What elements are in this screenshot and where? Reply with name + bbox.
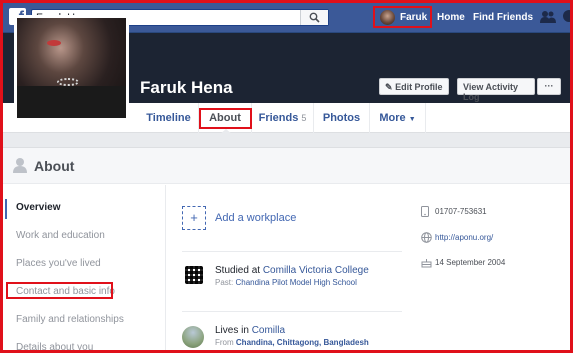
about-section: About Overview Work and education Places… — [0, 147, 573, 353]
tab-label: More — [379, 112, 406, 124]
edit-profile-button[interactable]: ✎ Edit Profile — [379, 78, 449, 95]
past-prefix: Past: — [215, 278, 234, 287]
website-link[interactable]: http://aponu.org/ — [435, 233, 493, 242]
divider — [182, 311, 402, 312]
studied-at-line: Studied at Comilla Victoria College — [215, 265, 369, 276]
messages-icon[interactable] — [562, 10, 573, 23]
nav-find-friends-link[interactable]: Find Friends — [473, 12, 533, 23]
friend-requests-icon[interactable] — [540, 10, 556, 23]
tab-label: Photos — [322, 112, 361, 124]
nav-profile-label: Faruk — [400, 12, 428, 23]
sidebar-item-details-about-you[interactable]: Details about you — [16, 342, 93, 353]
active-tab-caret — [220, 129, 232, 134]
studied-prefix: Studied at — [215, 265, 261, 276]
more-options-button[interactable]: ··· — [537, 78, 561, 95]
studied-school-link[interactable]: Comilla Victoria College — [263, 265, 369, 276]
search-icon — [309, 12, 320, 23]
profile-picture-detail — [17, 86, 126, 118]
overview-main: + Add a workplace Studied at Comilla Vic… — [182, 185, 402, 353]
nav-profile-link[interactable]: Faruk — [373, 6, 432, 28]
activity-log-label: View Activity Log — [463, 82, 519, 102]
school-icon — [185, 266, 203, 284]
plus-icon[interactable]: + — [182, 206, 206, 230]
past-school-line: Past: Chandina Pilot Model High School — [215, 278, 357, 287]
edit-profile-label: Edit Profile — [395, 82, 443, 92]
sidebar-item-work-education[interactable]: Work and education — [16, 230, 105, 241]
sidebar-item-family-relationships[interactable]: Family and relationships — [16, 314, 124, 325]
birthday-date: 14 September 2004 — [435, 258, 506, 267]
profile-picture-detail — [57, 78, 79, 86]
tab-more[interactable]: More ▼ — [370, 103, 426, 133]
profile-picture[interactable] — [14, 15, 129, 121]
phone-icon — [421, 206, 429, 217]
contact-info-annotation — [6, 282, 113, 299]
nav-avatar — [380, 10, 395, 25]
about-title: About — [34, 158, 75, 174]
tab-timeline[interactable]: Timeline — [139, 103, 199, 133]
tab-friends[interactable]: Friends 5 — [252, 103, 314, 133]
friends-count: 5 — [301, 113, 307, 123]
from-place-link[interactable]: Chandina, Chittagong, Bangladesh — [236, 338, 369, 347]
caret-down-icon: ▼ — [408, 116, 416, 123]
city-photo-icon — [182, 326, 204, 348]
about-tab-annotation — [199, 108, 252, 129]
from-prefix: From — [215, 338, 234, 347]
nav-home-link[interactable]: Home — [437, 12, 465, 23]
active-indicator — [5, 199, 7, 219]
pencil-icon: ✎ — [385, 82, 393, 92]
about-header: About — [0, 148, 573, 184]
view-activity-log-button[interactable]: View Activity Log — [457, 78, 535, 102]
tab-label: Friends — [258, 112, 299, 124]
add-workplace-link[interactable]: Add a workplace — [215, 212, 296, 224]
sidebar-item-overview[interactable]: Overview — [16, 202, 60, 213]
divider — [182, 251, 402, 252]
about-sidebar: Overview Work and education Places you'v… — [5, 185, 166, 353]
sidebar-item-places-lived[interactable]: Places you've lived — [16, 258, 101, 269]
more-dots-icon: ··· — [544, 81, 554, 91]
overview-contact: 01707-753631 http://aponu.org/ 14 Septem… — [418, 185, 568, 353]
tab-label: Timeline — [146, 112, 191, 124]
globe-icon — [421, 232, 432, 243]
lives-prefix: Lives in — [215, 325, 249, 336]
lives-in-line: Lives in Comilla — [215, 325, 285, 336]
person-icon — [13, 158, 27, 173]
lives-city-link[interactable]: Comilla — [252, 325, 285, 336]
tab-photos[interactable]: Photos — [314, 103, 370, 133]
from-line: From Chandina, Chittagong, Bangladesh — [215, 338, 369, 347]
profile-picture-detail — [47, 40, 61, 46]
past-school-link[interactable]: Chandina Pilot Model High School — [235, 278, 356, 287]
birthday-cake-icon — [421, 259, 432, 268]
profile-name: Faruk Hena — [140, 78, 233, 97]
phone-number: 01707-753631 — [435, 207, 487, 216]
search-button[interactable] — [300, 10, 328, 25]
